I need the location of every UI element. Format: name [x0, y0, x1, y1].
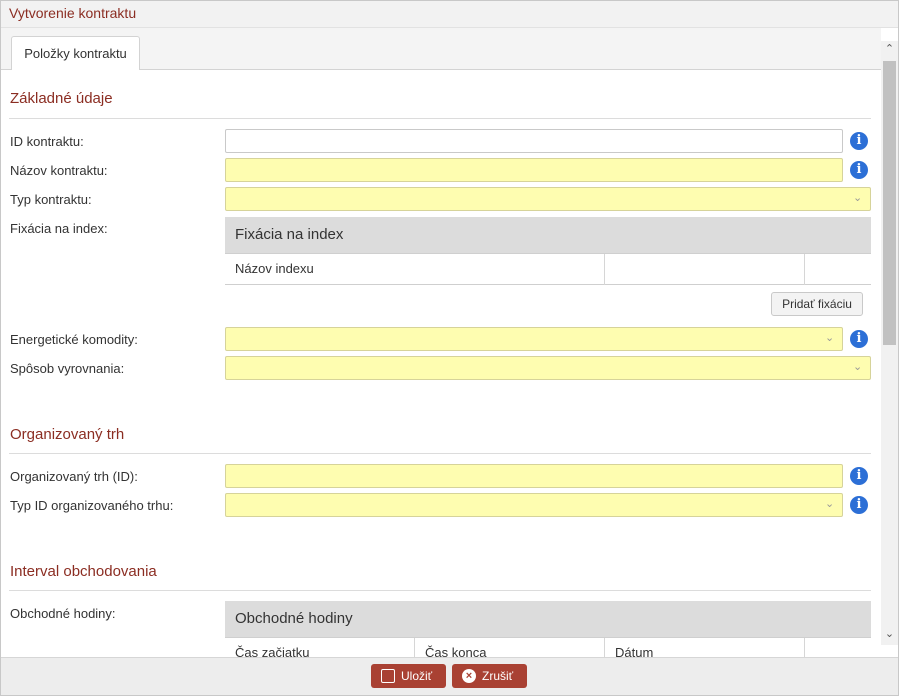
scroll-thumb[interactable]	[883, 61, 896, 345]
market-id-info-icon[interactable]: i	[850, 467, 868, 485]
market-id-type-select[interactable]: ⌄	[225, 493, 843, 517]
trading-hours-label: Obchodné hodiny:	[10, 606, 116, 621]
cancel-button[interactable]: × Zrušiť	[452, 664, 527, 688]
market-id-type-info-icon[interactable]: i	[850, 496, 868, 514]
floppy-disk-icon	[381, 669, 395, 683]
section-title-basic: Základné údaje	[10, 90, 113, 107]
contract-type-label: Typ kontraktu:	[10, 192, 92, 207]
add-fixation-button[interactable]: Pridať fixáciu	[771, 292, 863, 316]
chevron-down-icon: ⌄	[825, 332, 835, 344]
settlement-method-select[interactable]: ⌄	[225, 356, 871, 380]
contract-id-info-icon[interactable]: i	[850, 132, 868, 150]
market-id-input[interactable]	[225, 464, 843, 488]
column-header-2[interactable]	[605, 254, 805, 285]
market-id-label: Organizovaný trh (ID):	[10, 469, 138, 484]
energy-commodities-info-icon[interactable]: i	[850, 330, 868, 348]
trading-hours-grid-columns: Čas začiatku Čas konca Dátum	[225, 637, 871, 657]
contract-id-label: ID kontraktu:	[10, 134, 84, 149]
fixation-grid-columns: Názov indexu	[225, 253, 871, 285]
dialog-window: Vytvorenie kontraktu Položky kontraktu Z…	[0, 0, 899, 696]
column-header-4[interactable]	[805, 638, 871, 657]
market-id-type-label: Typ ID organizovaného trhu:	[10, 498, 174, 513]
energy-commodities-select[interactable]: ⌄	[225, 327, 843, 351]
fixation-grid: Fixácia na index Názov indexu	[225, 217, 871, 285]
chevron-down-icon: ⌄	[825, 498, 835, 510]
section-divider	[9, 590, 871, 591]
contract-type-select[interactable]: ⌄	[225, 187, 871, 211]
contract-id-input[interactable]	[225, 129, 843, 153]
close-circle-icon: ×	[462, 669, 476, 683]
column-header-index-name[interactable]: Názov indexu	[225, 254, 605, 285]
chevron-down-icon: ⌄	[853, 361, 863, 373]
trading-hours-grid-title: Obchodné hodiny	[225, 601, 871, 637]
contract-name-input[interactable]	[225, 158, 843, 182]
section-title-trading: Interval obchodovania	[10, 563, 157, 580]
section-divider	[9, 118, 871, 119]
save-button-label: Uložiť	[401, 669, 433, 683]
scroll-down-arrow-icon[interactable]: ⌄	[881, 626, 898, 643]
cancel-button-label: Zrušiť	[482, 669, 514, 683]
tab-contract-items[interactable]: Položky kontraktu	[11, 36, 140, 71]
index-fixation-label: Fixácia na index:	[10, 221, 108, 236]
dialog-footer: Uložiť × Zrušiť	[1, 657, 898, 695]
contract-name-label: Názov kontraktu:	[10, 163, 108, 178]
section-title-market: Organizovaný trh	[10, 426, 125, 443]
column-header-3[interactable]	[805, 254, 871, 285]
scroll-up-arrow-icon[interactable]: ⌃	[881, 41, 898, 58]
fixation-grid-title: Fixácia na index	[225, 217, 871, 253]
column-header-end-time[interactable]: Čas konca	[415, 638, 605, 657]
column-header-start-time[interactable]: Čas začiatku	[225, 638, 415, 657]
trading-hours-grid: Obchodné hodiny Čas začiatku Čas konca D…	[225, 601, 871, 657]
chevron-down-icon: ⌄	[853, 192, 863, 204]
vertical-scrollbar[interactable]: ⌃ ⌄	[881, 41, 898, 645]
section-divider	[9, 453, 871, 454]
settlement-method-label: Spôsob vyrovnania:	[10, 361, 125, 376]
tab-strip: Položky kontraktu	[1, 28, 881, 71]
dialog-title: Vytvorenie kontraktu	[1, 1, 898, 28]
column-header-date[interactable]: Dátum	[605, 638, 805, 657]
form-content: Základné údaje ID kontraktu: i Názov kon…	[1, 70, 881, 657]
save-button[interactable]: Uložiť	[371, 664, 446, 688]
contract-name-info-icon[interactable]: i	[850, 161, 868, 179]
energy-commodities-label: Energetické komodity:	[10, 332, 138, 347]
